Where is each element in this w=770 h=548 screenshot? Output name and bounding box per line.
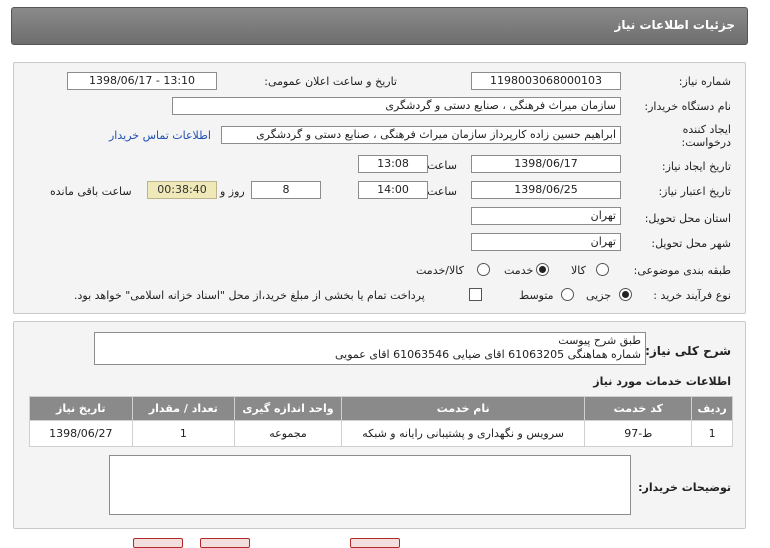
creator-field: ابراهیم حسین زاده کارپرداز سازمان میراث … (221, 126, 621, 144)
province-field: تهران (471, 207, 621, 225)
category-option-service: خدمت (504, 264, 534, 277)
created-time-field: 13:08 (358, 155, 428, 173)
process-radio-minor[interactable] (619, 288, 632, 301)
validity-date-field: 1398/06/25 (471, 181, 621, 199)
bottom-button-2[interactable] (200, 538, 250, 548)
validity-date-label: تاریخ اعتبار نیاز: (658, 185, 731, 198)
buyer-org-label: نام دستگاه خریدار: (644, 100, 731, 113)
remaining-label: ساعت باقی مانده (50, 185, 132, 198)
category-option-goods-service: کالا/خدمت (416, 264, 464, 277)
services-section-title: اطلاعات خدمات مورد نیاز (593, 375, 731, 388)
description-label: شرح کلی نیاز: (645, 344, 731, 358)
category-radio-goods[interactable] (596, 263, 609, 276)
city-field: تهران (471, 233, 621, 251)
cell-unit: مجموعه (234, 420, 342, 447)
validity-time-field: 14:00 (358, 181, 428, 199)
cell-row-number: 1 (691, 420, 733, 447)
page-title: جزئیات اطلاعات نیاز (614, 18, 735, 32)
page-header: جزئیات اطلاعات نیاز (11, 7, 748, 45)
announce-label: تاریخ و ساعت اعلان عمومی: (264, 75, 397, 88)
col-row-number: ردیف (691, 396, 733, 421)
city-label: شهر محل تحویل: (651, 237, 731, 250)
created-date-label: تاریخ ایجاد نیاز: (661, 160, 731, 173)
province-label: استان محل تحویل: (644, 212, 731, 225)
need-number-field: 1198003068000103 (471, 72, 621, 90)
description-line-1: طبق شرح پیوست (558, 334, 641, 347)
treasury-payment-checkbox[interactable] (469, 288, 482, 301)
category-radio-service[interactable] (536, 263, 549, 276)
col-unit: واحد اندازه گیری (234, 396, 342, 421)
buyer-notes-field (109, 455, 631, 515)
remaining-time-field: 00:38:40 (147, 181, 217, 199)
cell-quantity: 1 (131, 420, 236, 447)
validity-time-label: ساعت (427, 185, 457, 198)
validity-days-field: 8 (251, 181, 321, 199)
need-info-panel: شماره نیاز: 1198003068000103 تاریخ و ساع… (13, 62, 746, 314)
process-option-minor: جزیی (586, 289, 612, 302)
category-radio-goods-service[interactable] (477, 263, 490, 276)
services-table-header: ردیف کد خدمت نام خدمت واحد اندازه گیری ت… (29, 396, 733, 421)
days-label: روز و (220, 185, 245, 198)
process-radio-medium[interactable] (561, 288, 574, 301)
buyer-contact-link[interactable]: اطلاعات تماس خریدار (109, 129, 211, 142)
col-need-date: تاریخ نیاز (29, 396, 133, 421)
table-row: 1 ط-97 سرویس و نگهداری و پشتیبانی رایانه… (29, 420, 733, 447)
category-option-goods: کالا (571, 264, 586, 277)
col-quantity: تعداد / مقدار (131, 396, 236, 421)
process-option-medium: متوسط (519, 289, 554, 302)
cell-service-name: سرویس و نگهداری و پشتیبانی رایانه و شبکه (340, 420, 586, 447)
process-label: نوع فرآیند خرید : (653, 289, 731, 302)
category-label: طبقه بندی موضوعی: (633, 264, 731, 277)
description-line-2: شماره هماهنگی 61063205 اقای ضیایی 610635… (335, 348, 641, 361)
announce-field: 1398/06/17 - 13:10 (67, 72, 217, 90)
bottom-button-1[interactable] (133, 538, 183, 548)
buyer-org-field: سازمان میراث فرهنگی ، صنایع دستی و گردشگ… (172, 97, 621, 115)
services-table: ردیف کد خدمت نام خدمت واحد اندازه گیری ت… (29, 396, 733, 447)
bottom-button-3[interactable] (350, 538, 400, 548)
cell-need-date: 1398/06/27 (29, 420, 133, 447)
description-field: طبق شرح پیوست شماره هماهنگی 61063205 اقا… (94, 332, 646, 365)
cell-service-code: ط-97 (584, 420, 693, 447)
created-time-label: ساعت (427, 159, 457, 172)
treasury-payment-note: پرداخت تمام یا بخشی از مبلغ خرید،از محل … (74, 289, 425, 302)
col-service-code: کد خدمت (584, 396, 693, 421)
buyer-notes-label: توضیحات خریدار: (638, 481, 731, 494)
created-date-field: 1398/06/17 (471, 155, 621, 173)
creator-label: ایجاد کننده درخواست: (681, 123, 731, 149)
need-number-label: شماره نیاز: (678, 75, 731, 88)
col-service-name: نام خدمت (340, 396, 586, 421)
